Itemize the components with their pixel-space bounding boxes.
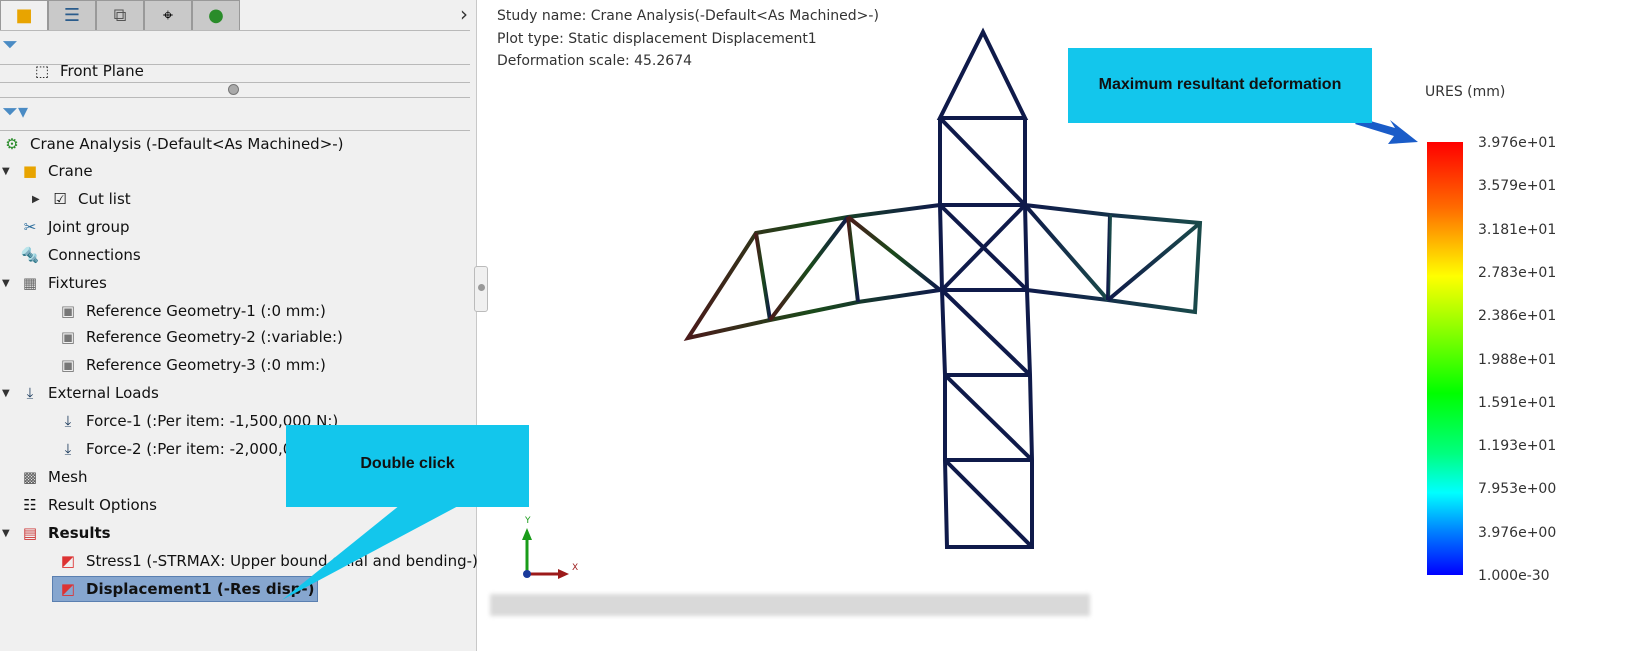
legend-tick-label: 3.976e+00 <box>1478 524 1557 541</box>
legend-tick-label: 3.976e+01 <box>1478 135 1557 151</box>
tower <box>936 27 1034 549</box>
legend-tick-label: 3.181e+01 <box>1478 221 1557 238</box>
right-jib <box>1023 203 1203 315</box>
legend-tick-label: 2.783e+01 <box>1478 264 1557 281</box>
legend-tick-label: 1.000e-30 <box>1478 568 1550 584</box>
callout-pointer <box>282 505 460 600</box>
legend-tick-label: 1.193e+01 <box>1478 438 1557 455</box>
left-jib <box>683 203 942 341</box>
axis-y-label: Y <box>525 516 531 526</box>
axis-triad <box>522 528 569 579</box>
legend-tick-label: 1.988e+01 <box>1478 351 1557 368</box>
legend-tick-label: 1.591e+01 <box>1478 394 1557 411</box>
legend-tick-label: 7.953e+00 <box>1478 481 1557 498</box>
axis-x-label: X <box>572 563 579 573</box>
double-click-callout: Double click <box>286 425 529 507</box>
legend-tick-label: 2.386e+01 <box>1478 308 1557 325</box>
crane-truss-plot[interactable] <box>0 0 1650 651</box>
legend-tick-label: 3.579e+01 <box>1478 178 1557 195</box>
color-legend-bar <box>1427 142 1463 575</box>
blurred-status-text <box>490 594 1090 616</box>
legend-title: URES (mm) <box>1425 84 1506 100</box>
max-deformation-callout: Maximum resultant deformation <box>1068 48 1372 123</box>
